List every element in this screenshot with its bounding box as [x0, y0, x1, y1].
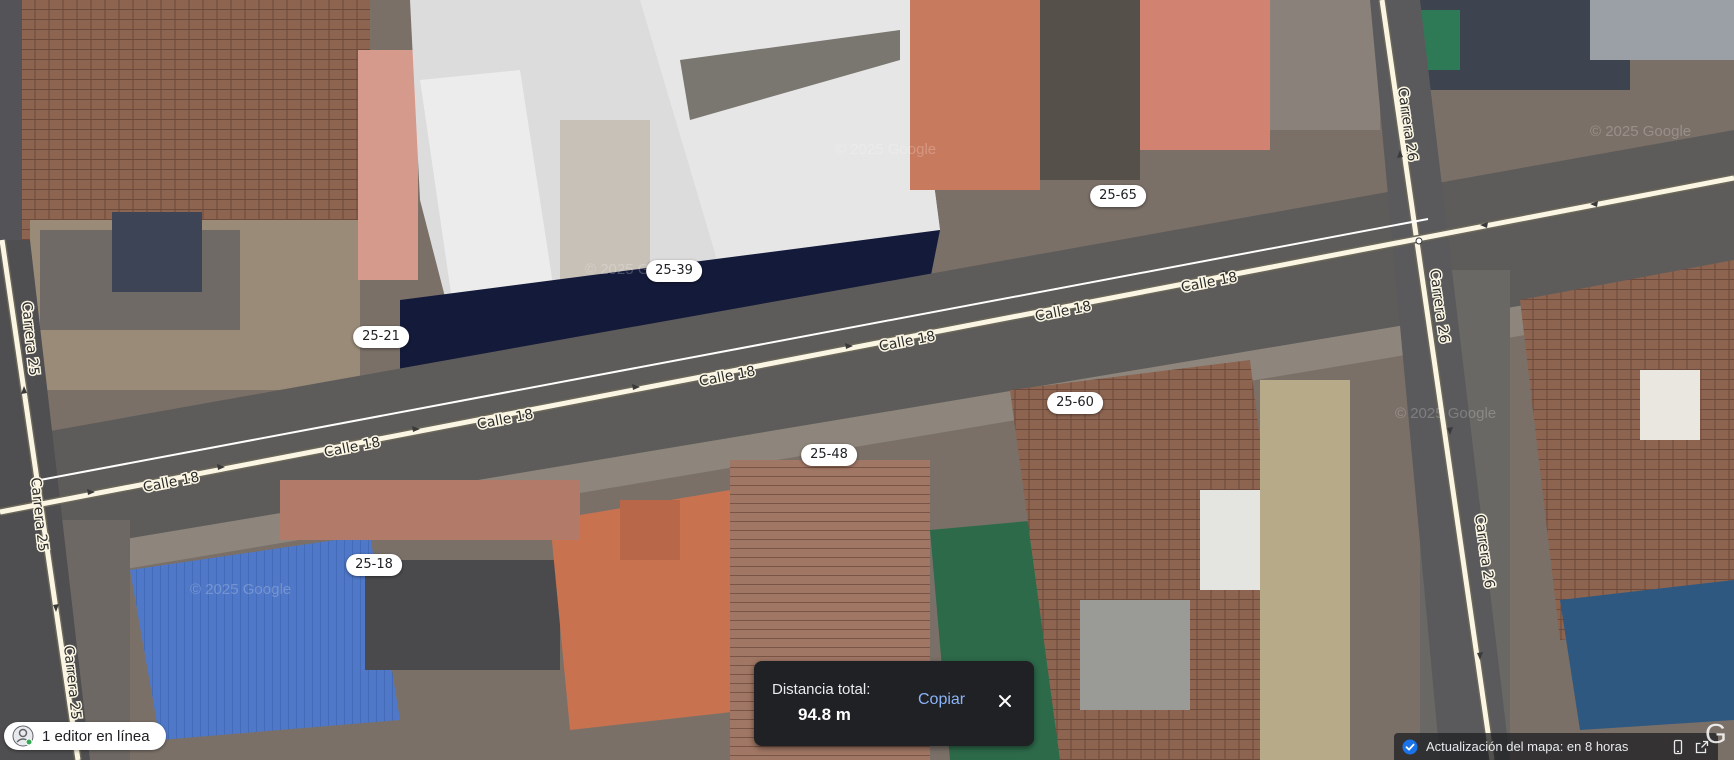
- close-icon: [999, 695, 1011, 707]
- editor-status[interactable]: 1 editor en línea: [4, 722, 166, 750]
- verified-check-icon: [1402, 739, 1418, 754]
- distance-label: Distancia total:: [772, 681, 871, 698]
- copy-button[interactable]: Copiar: [914, 689, 969, 711]
- close-button[interactable]: [994, 690, 1016, 712]
- address-label: 25-39: [646, 260, 702, 282]
- map-watermark: © 2025 Google: [835, 141, 936, 158]
- editor-avatar-icon: [12, 725, 34, 747]
- distance-panel: Distancia total: 94.8 m Copiar: [754, 661, 1034, 746]
- map-watermark: © 2025 Google: [190, 581, 291, 598]
- satellite-map[interactable]: Calle 18 Calle 18 Calle 18 Calle 18 Call…: [0, 0, 1734, 760]
- map-update-bar: Actualización del mapa: en 8 horas: [1394, 733, 1718, 760]
- google-logo: G: [1705, 718, 1727, 749]
- address-label: 25-65: [1090, 185, 1146, 207]
- map-watermark: © 2025 Google: [1395, 405, 1496, 422]
- address-label: 25-60: [1047, 392, 1103, 414]
- map-imagery: Calle 18 Calle 18 Calle 18 Calle 18 Call…: [0, 0, 1734, 760]
- address-label: 25-18: [346, 554, 402, 576]
- mobile-icon[interactable]: [1670, 739, 1686, 755]
- map-watermark: © 2025 Google: [1590, 123, 1691, 140]
- measure-endpoint[interactable]: [1415, 237, 1423, 245]
- address-label: 25-48: [801, 444, 857, 466]
- address-label: 25-21: [353, 326, 409, 348]
- distance-value: 94.8 m: [798, 705, 851, 724]
- editor-status-text: 1 editor en línea: [42, 727, 150, 745]
- map-update-text: Actualización del mapa: en 8 horas: [1426, 739, 1629, 754]
